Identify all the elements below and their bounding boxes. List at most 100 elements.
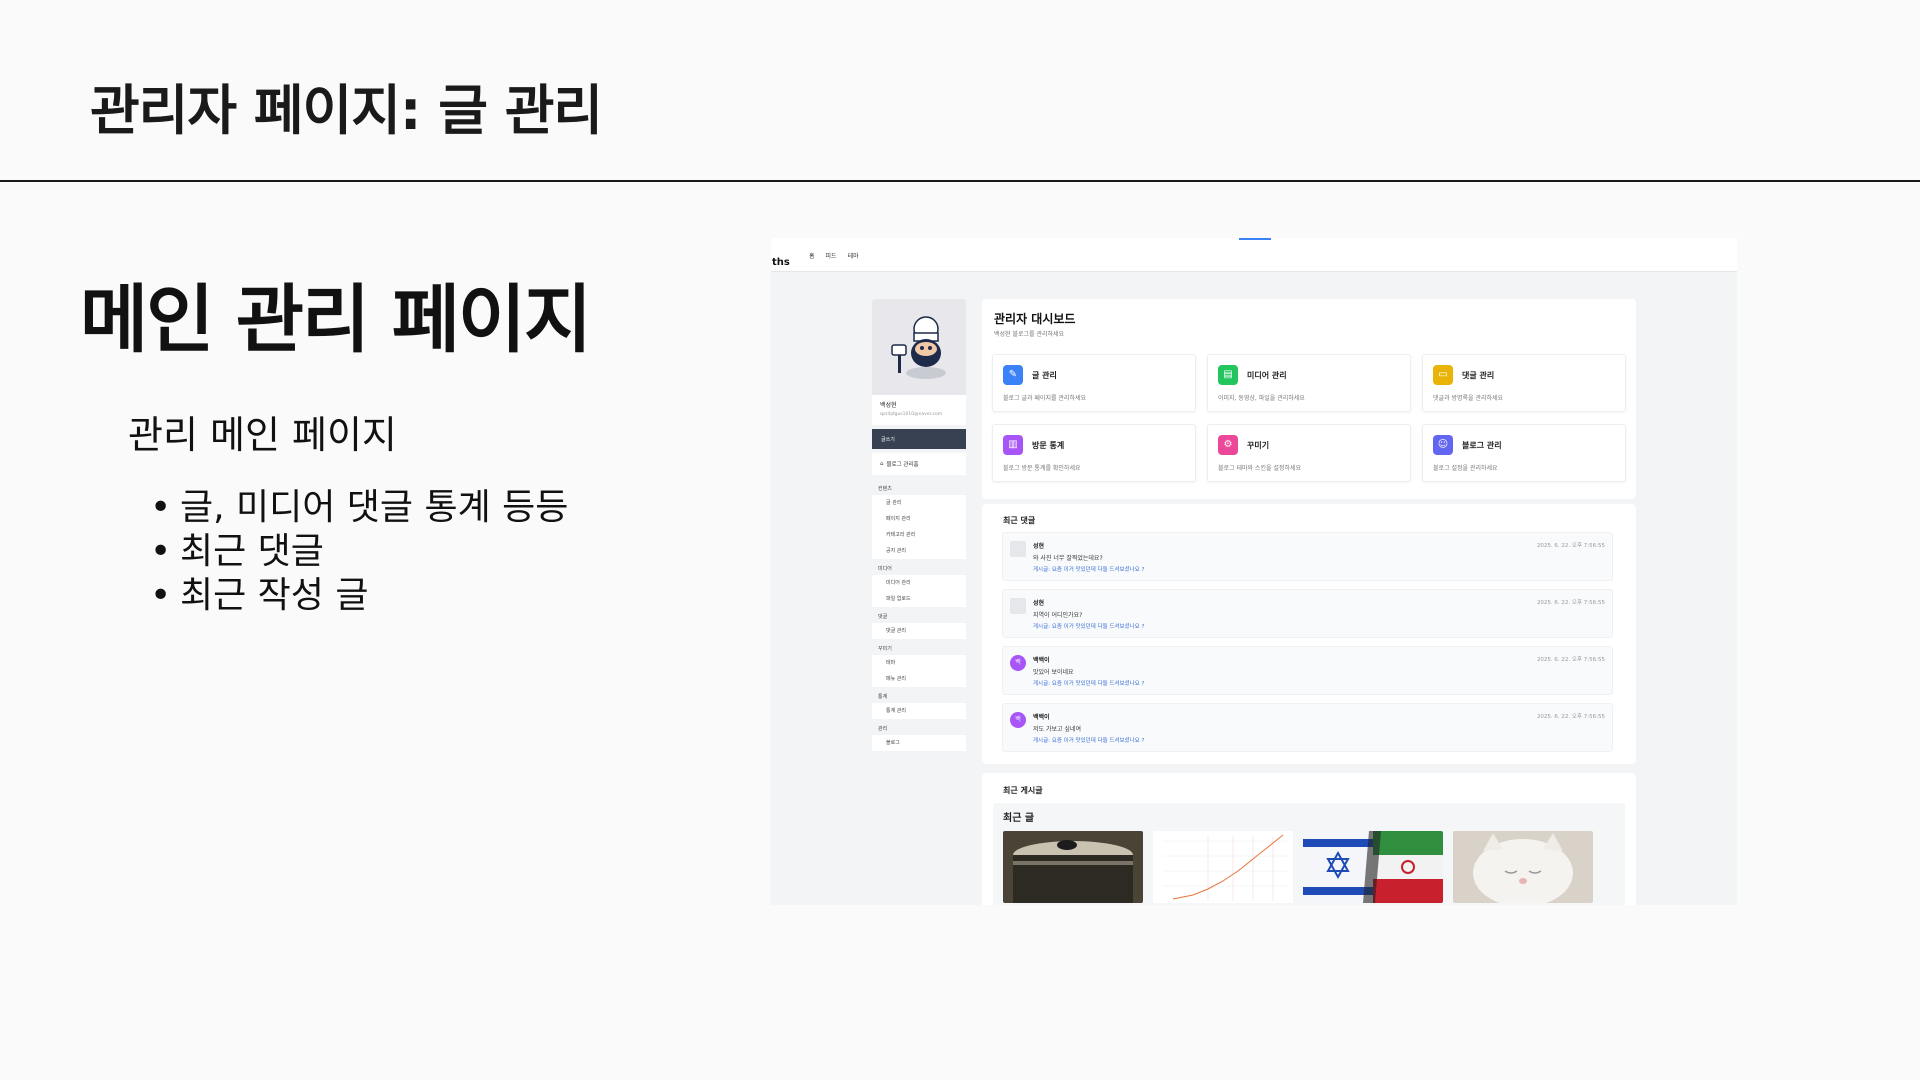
file-icon: ▤ (1218, 365, 1238, 385)
nav-home[interactable]: 홈 (809, 251, 815, 260)
comment-author: 성현 (1033, 600, 1045, 607)
bullet-item: 최근 댓글 (150, 530, 568, 574)
comment-author: 백백이 (1033, 714, 1050, 721)
recent-posts-list: 최근 글 (993, 803, 1625, 905)
card-desc: 블로그 설정을 관리하세요 (1433, 465, 1498, 472)
sidebar-section-title: 댓글 (872, 607, 966, 623)
comment-date: 2025. 6. 22. 오후 7:56:55 (1536, 714, 1605, 720)
post-thumbnail-pot[interactable] (1003, 831, 1143, 903)
sidebar-item[interactable]: 미디어 관리 (872, 575, 966, 591)
title-divider (0, 180, 1920, 182)
admin-screenshot: ths 홈 피드 테마 백성현 qoritjdgus1010@naver.com (771, 238, 1737, 905)
post-thumbnail-flags[interactable] (1303, 831, 1443, 903)
edit-icon: ✎ (1003, 365, 1023, 385)
dashboard-title: 관리자 대시보드 (994, 312, 1076, 326)
card-title: 글 관리 (1032, 371, 1057, 380)
sidebar-section-title: 컨텐츠 (872, 479, 966, 495)
write-button[interactable]: 글쓰기 (872, 429, 966, 449)
profile-name: 백성현 (880, 402, 897, 409)
profile-info: 백성현 qoritjdgus1010@naver.com (872, 395, 966, 425)
blog-home-label: 블로그 관리홈 (886, 462, 919, 468)
gear-icon: ⚙ (1218, 435, 1238, 455)
comment-post-link[interactable]: 게시글: 요즘 이거 맛있던데 다들 드셔보셨나요 ? (1033, 679, 1144, 687)
card-comment-management[interactable]: ▭ 댓글 관리 댓글과 방명록을 관리하세요 (1422, 354, 1626, 412)
card-title: 방문 통계 (1032, 441, 1065, 450)
avatar-illustration (891, 316, 946, 379)
card-decorate[interactable]: ⚙ 꾸미기 블로그 테마와 스킨을 설정하세요 (1207, 424, 1411, 482)
main-heading: 메인 관리 페이지 (80, 277, 592, 363)
card-blog-management[interactable]: ☺ 블로그 관리 블로그 설정을 관리하세요 (1422, 424, 1626, 482)
subheading: 관리 메인 페이지 (128, 413, 397, 457)
card-media-management[interactable]: ▤ 미디어 관리 이미지, 동영상, 파일을 관리하세요 (1207, 354, 1411, 412)
comment-text: 맛있어 보이네요 (1033, 669, 1074, 676)
comment-date: 2025. 6. 22. 오후 7:56:55 (1536, 600, 1605, 606)
home-icon: ⌂ (880, 461, 884, 467)
comment-post-link[interactable]: 게시글: 요즘 이거 맛있던데 다들 드셔보셨나요 ? (1033, 622, 1144, 630)
comment-post-link[interactable]: 게시글: 요즘 이거 맛있던데 다들 드셔보셨나요 ? (1033, 736, 1144, 744)
comment-text: 저도 가보고 싶네여 (1033, 726, 1081, 733)
sidebar-item[interactable]: 메뉴 관리 (872, 671, 966, 687)
sidebar-item[interactable]: 통계 관리 (872, 703, 966, 719)
bullet-item: 글, 미디어 댓글 통계 등등 (150, 486, 568, 530)
comment-author: 백백이 (1033, 657, 1050, 664)
sidebar-section-title: 꾸미기 (872, 639, 966, 655)
sidebar-section-title: 통계 (872, 687, 966, 703)
card-desc: 이미지, 동영상, 파일을 관리하세요 (1218, 395, 1305, 402)
sidebar-section-title: 관리 (872, 719, 966, 735)
comment-icon: ▭ (1433, 365, 1453, 385)
comment-post-link[interactable]: 게시글: 요즘 이거 맛있던데 다들 드셔보셨나요 ? (1033, 565, 1144, 573)
comment-text: 지역이 어디인가요? (1033, 612, 1083, 619)
card-desc: 블로그 테마와 스킨을 설정하세요 (1218, 465, 1302, 472)
users-icon: ☺ (1433, 435, 1453, 455)
sidebar-item[interactable]: 파일 업로드 (872, 591, 966, 607)
comment-row[interactable]: 성현 와 사진 너무 잘찍었는데요? 게시글: 요즘 이거 맛있던데 다들 드셔… (1002, 532, 1613, 581)
commenter-avatar: 백 (1010, 655, 1026, 671)
card-title: 댓글 관리 (1462, 371, 1495, 380)
top-navbar: ths 홈 피드 테마 (771, 238, 1737, 272)
commenter-avatar (1010, 541, 1026, 557)
sidebar-item[interactable]: 댓글 관리 (872, 623, 966, 639)
comment-row[interactable]: 백 백백이 맛있어 보이네요 게시글: 요즘 이거 맛있던데 다들 드셔보셨나요… (1002, 646, 1613, 695)
card-post-management[interactable]: ✎ 글 관리 블로그 글과 페이지를 관리하세요 (992, 354, 1196, 412)
card-title: 블로그 관리 (1462, 441, 1502, 450)
slide-title: 관리자 페이지: 글 관리 (90, 79, 603, 142)
card-desc: 블로그 방문 통계를 확인하세요 (1003, 465, 1081, 472)
dashboard-subtitle: 백성현 블로그를 관리하세요 (994, 331, 1065, 338)
comment-text: 와 사진 너무 잘찍었는데요? (1033, 555, 1103, 562)
comment-row[interactable]: 성현 지역이 어디인가요? 게시글: 요즘 이거 맛있던데 다들 드셔보셨나요 … (1002, 589, 1613, 638)
comment-date: 2025. 6. 22. 오후 7:56:55 (1536, 543, 1605, 549)
sidebar-item[interactable]: 카테고리 관리 (872, 527, 966, 543)
nav-feed[interactable]: 피드 (826, 251, 837, 260)
card-desc: 블로그 글과 페이지를 관리하세요 (1003, 395, 1087, 402)
site-logo[interactable]: ths (772, 257, 790, 268)
dashboard-panel: 관리자 대시보드 백성현 블로그를 관리하세요 ✎ 글 관리 블로그 글과 페이… (982, 299, 1636, 499)
recent-posts-inner-title: 최근 글 (1003, 813, 1035, 824)
card-desc: 댓글과 방명록을 관리하세요 (1433, 395, 1504, 402)
comment-row[interactable]: 백 백백이 저도 가보고 싶네여 게시글: 요즘 이거 맛있던데 다들 드셔보셨… (1002, 703, 1613, 752)
profile-avatar (872, 299, 966, 395)
nav-accent (1239, 238, 1271, 240)
nav-theme[interactable]: 테마 (848, 251, 859, 260)
top-nav: 홈 피드 테마 (809, 251, 859, 260)
sidebar-item[interactable]: 글 관리 (872, 495, 966, 511)
blog-home-button[interactable]: ⌂ 블로그 관리홈 (872, 453, 966, 475)
recent-comments-title: 최근 댓글 (1003, 516, 1036, 525)
card-title: 미디어 관리 (1247, 371, 1287, 380)
sidebar-item[interactable]: 블로그 (872, 735, 966, 751)
card-visit-stats[interactable]: ▥ 방문 통계 블로그 방문 통계를 확인하세요 (992, 424, 1196, 482)
sidebar-item[interactable]: 페이지 관리 (872, 511, 966, 527)
comment-author: 성현 (1033, 543, 1045, 550)
sidebar-menu: 컨텐츠 글 관리 페이지 관리 카테고리 관리 공지 관리 미디어 미디어 관리… (872, 479, 966, 751)
recent-comments-panel: 최근 댓글 성현 와 사진 너무 잘찍었는데요? 게시글: 요즘 이거 맛있던데… (982, 504, 1636, 764)
comment-date: 2025. 6. 22. 오후 7:56:55 (1536, 657, 1605, 663)
post-thumbnail-cat[interactable] (1453, 831, 1593, 903)
sidebar-item[interactable]: 테마 (872, 655, 966, 671)
chart-icon: ▥ (1003, 435, 1023, 455)
recent-posts-panel: 최근 게시글 최근 글 (982, 773, 1636, 905)
admin-sidebar: 백성현 qoritjdgus1010@naver.com 글쓰기 ⌂ 블로그 관… (872, 299, 966, 769)
sidebar-item[interactable]: 공지 관리 (872, 543, 966, 559)
card-title: 꾸미기 (1247, 441, 1270, 450)
bullet-item: 최근 작성 글 (150, 574, 568, 618)
post-thumbnail-chart[interactable] (1153, 831, 1293, 903)
commenter-avatar: 백 (1010, 712, 1026, 728)
